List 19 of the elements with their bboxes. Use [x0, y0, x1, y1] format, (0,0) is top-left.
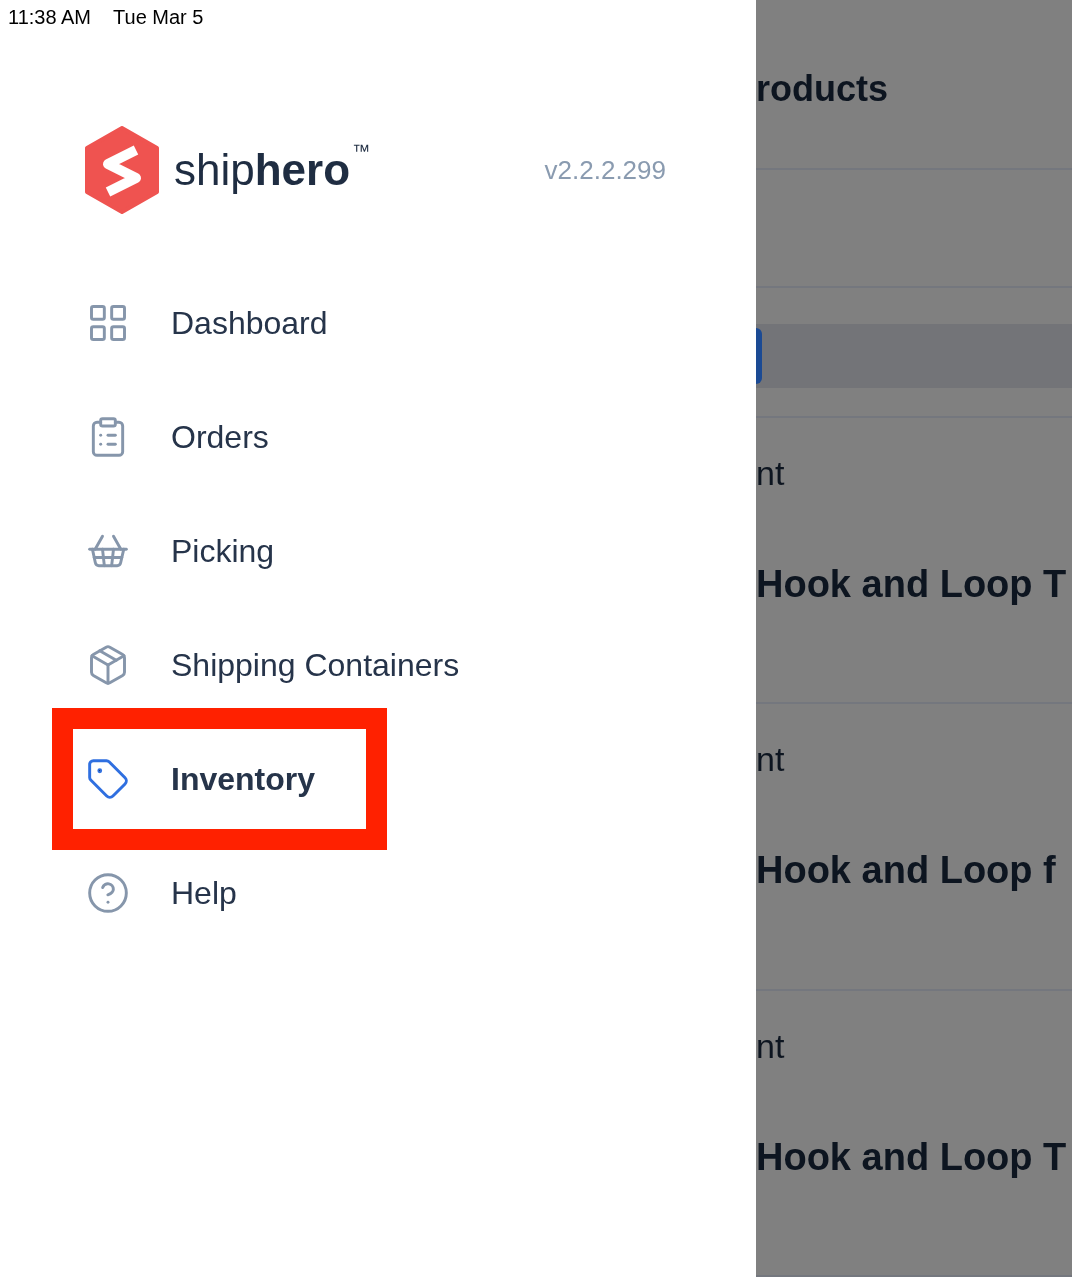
product-field: nt	[756, 454, 1072, 494]
status-date: Tue Mar 5	[113, 6, 204, 30]
menu-item[interactable]: Picking	[171, 532, 275, 570]
product-field: nt	[756, 740, 1072, 780]
button[interactable]	[756, 328, 762, 385]
product-name: Hook and Loop T	[756, 563, 1068, 607]
product-name: Hook and Loop f	[756, 849, 1057, 893]
menu-item[interactable]: Orders	[171, 418, 269, 456]
product-name: Hook and Loop T	[756, 1135, 1068, 1179]
menu-item[interactable]: Shipping Containers	[171, 646, 460, 684]
product-field: nt	[756, 1026, 1072, 1066]
logo-icon	[84, 126, 160, 214]
status-time: 11:38 AM	[8, 6, 92, 30]
logo-wordmark: shiphero$^{™}$	[174, 145, 371, 195]
menu-item[interactable]: Dashboard	[171, 304, 328, 342]
menu-item[interactable]: Help	[171, 874, 237, 912]
version-label: v2.2.2.299	[544, 154, 666, 186]
menu-item[interactable]: Inventory	[171, 760, 316, 798]
page-title: roducts	[756, 68, 888, 109]
